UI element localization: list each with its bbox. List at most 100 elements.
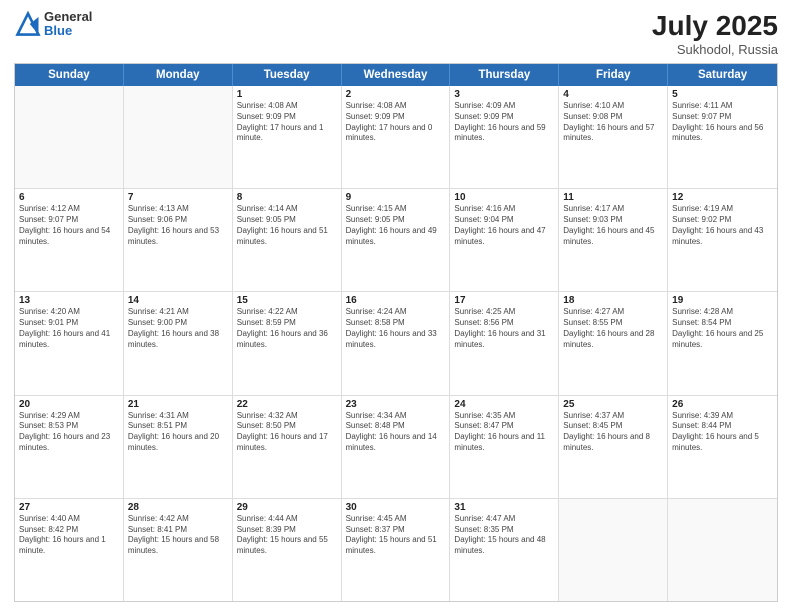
day-info: Sunrise: 4:21 AM Sunset: 9:00 PM Dayligh…: [128, 307, 228, 350]
day-number: 13: [19, 295, 119, 306]
cal-week-3: 13Sunrise: 4:20 AM Sunset: 9:01 PM Dayli…: [15, 292, 777, 395]
cal-header-tuesday: Tuesday: [233, 64, 342, 86]
cal-cell: 1Sunrise: 4:08 AM Sunset: 9:09 PM Daylig…: [233, 86, 342, 188]
day-number: 25: [563, 399, 663, 410]
cal-cell: 28Sunrise: 4:42 AM Sunset: 8:41 PM Dayli…: [124, 499, 233, 601]
cal-cell: 11Sunrise: 4:17 AM Sunset: 9:03 PM Dayli…: [559, 189, 668, 291]
day-info: Sunrise: 4:14 AM Sunset: 9:05 PM Dayligh…: [237, 204, 337, 247]
subtitle: Sukhodol, Russia: [652, 42, 778, 57]
day-info: Sunrise: 4:08 AM Sunset: 9:09 PM Dayligh…: [237, 101, 337, 144]
calendar-body: 1Sunrise: 4:08 AM Sunset: 9:09 PM Daylig…: [15, 86, 777, 601]
day-info: Sunrise: 4:27 AM Sunset: 8:55 PM Dayligh…: [563, 307, 663, 350]
day-info: Sunrise: 4:17 AM Sunset: 9:03 PM Dayligh…: [563, 204, 663, 247]
day-info: Sunrise: 4:24 AM Sunset: 8:58 PM Dayligh…: [346, 307, 446, 350]
cal-cell: 9Sunrise: 4:15 AM Sunset: 9:05 PM Daylig…: [342, 189, 451, 291]
cal-cell: [15, 86, 124, 188]
day-info: Sunrise: 4:19 AM Sunset: 9:02 PM Dayligh…: [672, 204, 773, 247]
cal-cell: 30Sunrise: 4:45 AM Sunset: 8:37 PM Dayli…: [342, 499, 451, 601]
cal-cell: 21Sunrise: 4:31 AM Sunset: 8:51 PM Dayli…: [124, 396, 233, 498]
day-number: 22: [237, 399, 337, 410]
day-info: Sunrise: 4:39 AM Sunset: 8:44 PM Dayligh…: [672, 411, 773, 454]
day-number: 8: [237, 192, 337, 203]
cal-cell: [668, 499, 777, 601]
cal-cell: 27Sunrise: 4:40 AM Sunset: 8:42 PM Dayli…: [15, 499, 124, 601]
cal-cell: 10Sunrise: 4:16 AM Sunset: 9:04 PM Dayli…: [450, 189, 559, 291]
day-number: 17: [454, 295, 554, 306]
day-number: 27: [19, 502, 119, 513]
day-info: Sunrise: 4:11 AM Sunset: 9:07 PM Dayligh…: [672, 101, 773, 144]
day-number: 10: [454, 192, 554, 203]
logo-blue-text: Blue: [44, 24, 92, 38]
cal-cell: 16Sunrise: 4:24 AM Sunset: 8:58 PM Dayli…: [342, 292, 451, 394]
day-info: Sunrise: 4:20 AM Sunset: 9:01 PM Dayligh…: [19, 307, 119, 350]
cal-cell: 5Sunrise: 4:11 AM Sunset: 9:07 PM Daylig…: [668, 86, 777, 188]
day-number: 16: [346, 295, 446, 306]
day-info: Sunrise: 4:12 AM Sunset: 9:07 PM Dayligh…: [19, 204, 119, 247]
day-number: 24: [454, 399, 554, 410]
cal-cell: [559, 499, 668, 601]
logo-icon: [14, 10, 42, 38]
page: General Blue July 2025 Sukhodol, Russia …: [0, 0, 792, 612]
cal-header-friday: Friday: [559, 64, 668, 86]
calendar-header-row: SundayMondayTuesdayWednesdayThursdayFrid…: [15, 64, 777, 86]
day-info: Sunrise: 4:32 AM Sunset: 8:50 PM Dayligh…: [237, 411, 337, 454]
cal-cell: 31Sunrise: 4:47 AM Sunset: 8:35 PM Dayli…: [450, 499, 559, 601]
main-title: July 2025: [652, 10, 778, 42]
cal-header-wednesday: Wednesday: [342, 64, 451, 86]
day-info: Sunrise: 4:31 AM Sunset: 8:51 PM Dayligh…: [128, 411, 228, 454]
day-number: 6: [19, 192, 119, 203]
cal-week-5: 27Sunrise: 4:40 AM Sunset: 8:42 PM Dayli…: [15, 499, 777, 601]
cal-cell: 6Sunrise: 4:12 AM Sunset: 9:07 PM Daylig…: [15, 189, 124, 291]
day-info: Sunrise: 4:08 AM Sunset: 9:09 PM Dayligh…: [346, 101, 446, 144]
day-info: Sunrise: 4:34 AM Sunset: 8:48 PM Dayligh…: [346, 411, 446, 454]
calendar: SundayMondayTuesdayWednesdayThursdayFrid…: [14, 63, 778, 602]
cal-header-sunday: Sunday: [15, 64, 124, 86]
day-number: 12: [672, 192, 773, 203]
day-info: Sunrise: 4:45 AM Sunset: 8:37 PM Dayligh…: [346, 514, 446, 557]
day-number: 9: [346, 192, 446, 203]
day-number: 4: [563, 89, 663, 100]
cal-cell: 29Sunrise: 4:44 AM Sunset: 8:39 PM Dayli…: [233, 499, 342, 601]
day-number: 2: [346, 89, 446, 100]
cal-cell: 2Sunrise: 4:08 AM Sunset: 9:09 PM Daylig…: [342, 86, 451, 188]
day-info: Sunrise: 4:13 AM Sunset: 9:06 PM Dayligh…: [128, 204, 228, 247]
cal-cell: 8Sunrise: 4:14 AM Sunset: 9:05 PM Daylig…: [233, 189, 342, 291]
day-number: 21: [128, 399, 228, 410]
day-info: Sunrise: 4:25 AM Sunset: 8:56 PM Dayligh…: [454, 307, 554, 350]
cal-cell: 24Sunrise: 4:35 AM Sunset: 8:47 PM Dayli…: [450, 396, 559, 498]
logo: General Blue: [14, 10, 92, 39]
cal-cell: [124, 86, 233, 188]
cal-cell: 19Sunrise: 4:28 AM Sunset: 8:54 PM Dayli…: [668, 292, 777, 394]
cal-cell: 20Sunrise: 4:29 AM Sunset: 8:53 PM Dayli…: [15, 396, 124, 498]
day-number: 23: [346, 399, 446, 410]
day-info: Sunrise: 4:35 AM Sunset: 8:47 PM Dayligh…: [454, 411, 554, 454]
day-number: 5: [672, 89, 773, 100]
cal-cell: 4Sunrise: 4:10 AM Sunset: 9:08 PM Daylig…: [559, 86, 668, 188]
day-number: 19: [672, 295, 773, 306]
day-info: Sunrise: 4:47 AM Sunset: 8:35 PM Dayligh…: [454, 514, 554, 557]
logo-general-text: General: [44, 10, 92, 24]
day-info: Sunrise: 4:40 AM Sunset: 8:42 PM Dayligh…: [19, 514, 119, 557]
header: General Blue July 2025 Sukhodol, Russia: [14, 10, 778, 57]
cal-cell: 12Sunrise: 4:19 AM Sunset: 9:02 PM Dayli…: [668, 189, 777, 291]
day-info: Sunrise: 4:28 AM Sunset: 8:54 PM Dayligh…: [672, 307, 773, 350]
cal-header-monday: Monday: [124, 64, 233, 86]
day-number: 31: [454, 502, 554, 513]
day-info: Sunrise: 4:16 AM Sunset: 9:04 PM Dayligh…: [454, 204, 554, 247]
cal-week-4: 20Sunrise: 4:29 AM Sunset: 8:53 PM Dayli…: [15, 396, 777, 499]
day-info: Sunrise: 4:44 AM Sunset: 8:39 PM Dayligh…: [237, 514, 337, 557]
day-number: 30: [346, 502, 446, 513]
day-info: Sunrise: 4:09 AM Sunset: 9:09 PM Dayligh…: [454, 101, 554, 144]
day-info: Sunrise: 4:10 AM Sunset: 9:08 PM Dayligh…: [563, 101, 663, 144]
day-number: 26: [672, 399, 773, 410]
day-number: 14: [128, 295, 228, 306]
logo-text: General Blue: [44, 10, 92, 39]
day-number: 29: [237, 502, 337, 513]
day-info: Sunrise: 4:15 AM Sunset: 9:05 PM Dayligh…: [346, 204, 446, 247]
cal-cell: 15Sunrise: 4:22 AM Sunset: 8:59 PM Dayli…: [233, 292, 342, 394]
cal-cell: 7Sunrise: 4:13 AM Sunset: 9:06 PM Daylig…: [124, 189, 233, 291]
cal-cell: 22Sunrise: 4:32 AM Sunset: 8:50 PM Dayli…: [233, 396, 342, 498]
cal-week-1: 1Sunrise: 4:08 AM Sunset: 9:09 PM Daylig…: [15, 86, 777, 189]
cal-cell: 3Sunrise: 4:09 AM Sunset: 9:09 PM Daylig…: [450, 86, 559, 188]
cal-cell: 13Sunrise: 4:20 AM Sunset: 9:01 PM Dayli…: [15, 292, 124, 394]
